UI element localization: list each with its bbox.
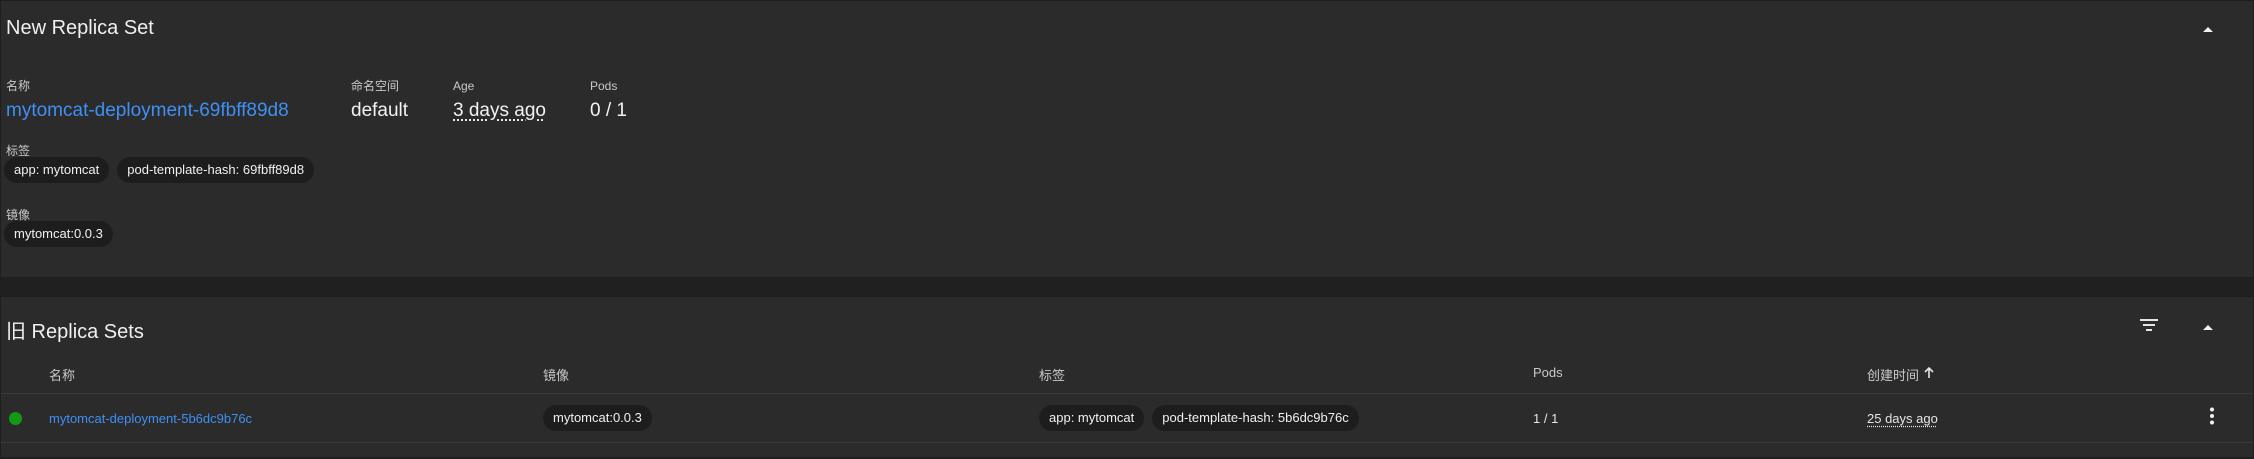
column-header-labels[interactable]: 标签 xyxy=(1039,365,1065,384)
table-row[interactable]: mytomcat-deployment-5b6dc9b76c mytomcat:… xyxy=(1,394,2253,443)
image-cell: mytomcat:0.0.3 xyxy=(543,394,652,442)
created-cell: 25 days ago xyxy=(1867,394,1938,442)
namespace-value: default xyxy=(351,100,409,121)
labels-cell: app: mytomcat pod-template-hash: 5b6dc9b… xyxy=(1039,394,1359,442)
label-chip: app: mytomcat xyxy=(4,157,110,183)
row-replica-set-name-link[interactable]: mytomcat-deployment-5b6dc9b76c xyxy=(49,411,252,426)
filter-icon xyxy=(2140,318,2158,336)
table-header: 名称 镜像 标签 Pods 创建时间 xyxy=(1,355,2253,394)
name-label: 名称 xyxy=(6,79,31,93)
labels-chip-group: app: mytomcat pod-template-hash: 5b6dc9b… xyxy=(1039,405,1359,431)
column-header-created-label: 创建时间 xyxy=(1867,368,1920,383)
image-chip: mytomcat:0.0.3 xyxy=(543,405,652,431)
column-header-image[interactable]: 镜像 xyxy=(543,365,569,384)
row-actions-button[interactable] xyxy=(2202,407,2222,430)
chevron-up-icon xyxy=(2202,20,2214,38)
chevron-up-icon xyxy=(2202,318,2214,336)
column-header-created[interactable]: 创建时间 xyxy=(1867,365,1934,384)
labels-chip-row: app: mytomcat pod-template-hash: 69fbff8… xyxy=(4,157,315,183)
replica-set-name-link[interactable]: mytomcat-deployment-69fbff89d8 xyxy=(6,100,289,122)
column-header-pods[interactable]: Pods xyxy=(1533,365,1563,380)
collapse-new-replica-set-button[interactable] xyxy=(2198,19,2218,39)
label-chip: app: mytomcat xyxy=(1039,405,1145,431)
collapse-old-replica-sets-button[interactable] xyxy=(2198,317,2218,337)
images-chip-row: mytomcat:0.0.3 xyxy=(4,221,113,247)
age-meta: Age 3 days ago xyxy=(453,79,546,122)
label-chip: pod-template-hash: 69fbff89d8 xyxy=(117,157,315,183)
pods-meta: Pods 0 / 1 xyxy=(590,79,627,122)
arrow-up-icon xyxy=(1924,366,1934,382)
column-header-name[interactable]: 名称 xyxy=(49,365,75,384)
old-replica-sets-title: 旧 Replica Sets xyxy=(6,321,144,343)
new-replica-set-card: New Replica Set 名称 mytomcat-deployment-6… xyxy=(0,0,2254,278)
pods-cell: 1 / 1 xyxy=(1533,410,1559,426)
image-chip: mytomcat:0.0.3 xyxy=(4,221,113,247)
filter-button[interactable] xyxy=(2139,317,2159,337)
name-cell: mytomcat-deployment-5b6dc9b76c xyxy=(49,394,252,442)
new-replica-set-title: New Replica Set xyxy=(6,17,154,39)
status-running-icon xyxy=(9,411,22,425)
old-replica-sets-card: 旧 Replica Sets 名称 镜像 标签 Pods 创建时间 mytomc… xyxy=(0,296,2254,458)
created-time: 25 days ago xyxy=(1867,410,1938,426)
age-label: Age xyxy=(453,79,475,93)
status-cell xyxy=(9,394,22,442)
namespace-meta: 命名空间 default xyxy=(351,79,408,122)
more-vert-icon xyxy=(2209,407,2215,430)
namespace-label: 命名空间 xyxy=(351,79,400,93)
pods-label: Pods xyxy=(590,79,618,93)
pods-value: 0 / 1 xyxy=(590,100,627,121)
label-chip: pod-template-hash: 5b6dc9b76c xyxy=(1152,405,1359,431)
age-value: 3 days ago xyxy=(453,100,546,121)
name-meta: 名称 mytomcat-deployment-69fbff89d8 xyxy=(6,79,289,122)
